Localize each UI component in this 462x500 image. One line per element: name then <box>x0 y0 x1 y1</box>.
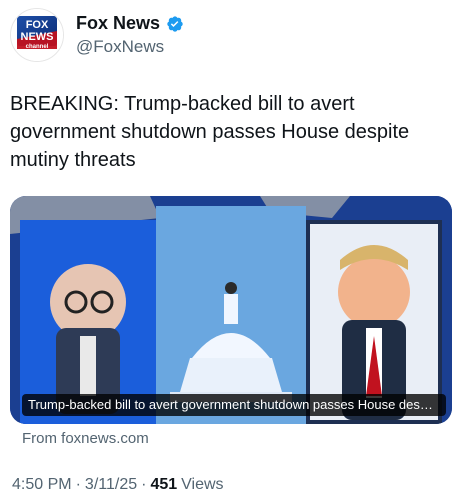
avatar[interactable]: FOX NEWS channel <box>10 8 64 62</box>
capitol-columns <box>180 358 282 392</box>
left-shirt <box>80 336 96 396</box>
logo-text-fox: FOX <box>26 19 49 31</box>
capitol-tower <box>224 294 238 324</box>
tweet-time[interactable]: 4:50 PM <box>12 476 72 494</box>
meta-separator: · <box>75 476 81 493</box>
right-face <box>338 256 410 328</box>
tweet-meta: 4:50 PM · 3/11/25 · 451 Views <box>12 476 224 494</box>
tweet-header: FOX NEWS channel Fox News @FoxNews <box>10 8 184 62</box>
fox-news-logo: FOX NEWS channel <box>11 9 63 61</box>
views-count: 451 <box>150 476 178 493</box>
card-source[interactable]: From foxnews.com <box>22 430 149 447</box>
author-handle[interactable]: @FoxNews <box>76 37 184 57</box>
meta-separator: · <box>141 476 147 493</box>
display-name[interactable]: Fox News <box>76 13 160 35</box>
tweet-text: BREAKING: Trump-backed bill to avert gov… <box>10 93 410 171</box>
logo-text-news: NEWS <box>21 31 54 43</box>
logo-text-channel: channel <box>26 44 49 50</box>
views-label: Views <box>181 476 224 493</box>
card-image <box>10 196 452 424</box>
card-caption: Trump-backed bill to avert government sh… <box>22 394 446 416</box>
verified-badge-icon <box>166 15 184 33</box>
author-info: Fox News @FoxNews <box>76 13 184 57</box>
name-row: Fox News <box>76 13 184 35</box>
tweet-date[interactable]: 3/11/25 <box>85 476 137 494</box>
capitol-statue <box>225 282 237 294</box>
link-card[interactable]: Trump-backed bill to avert government sh… <box>10 196 452 424</box>
